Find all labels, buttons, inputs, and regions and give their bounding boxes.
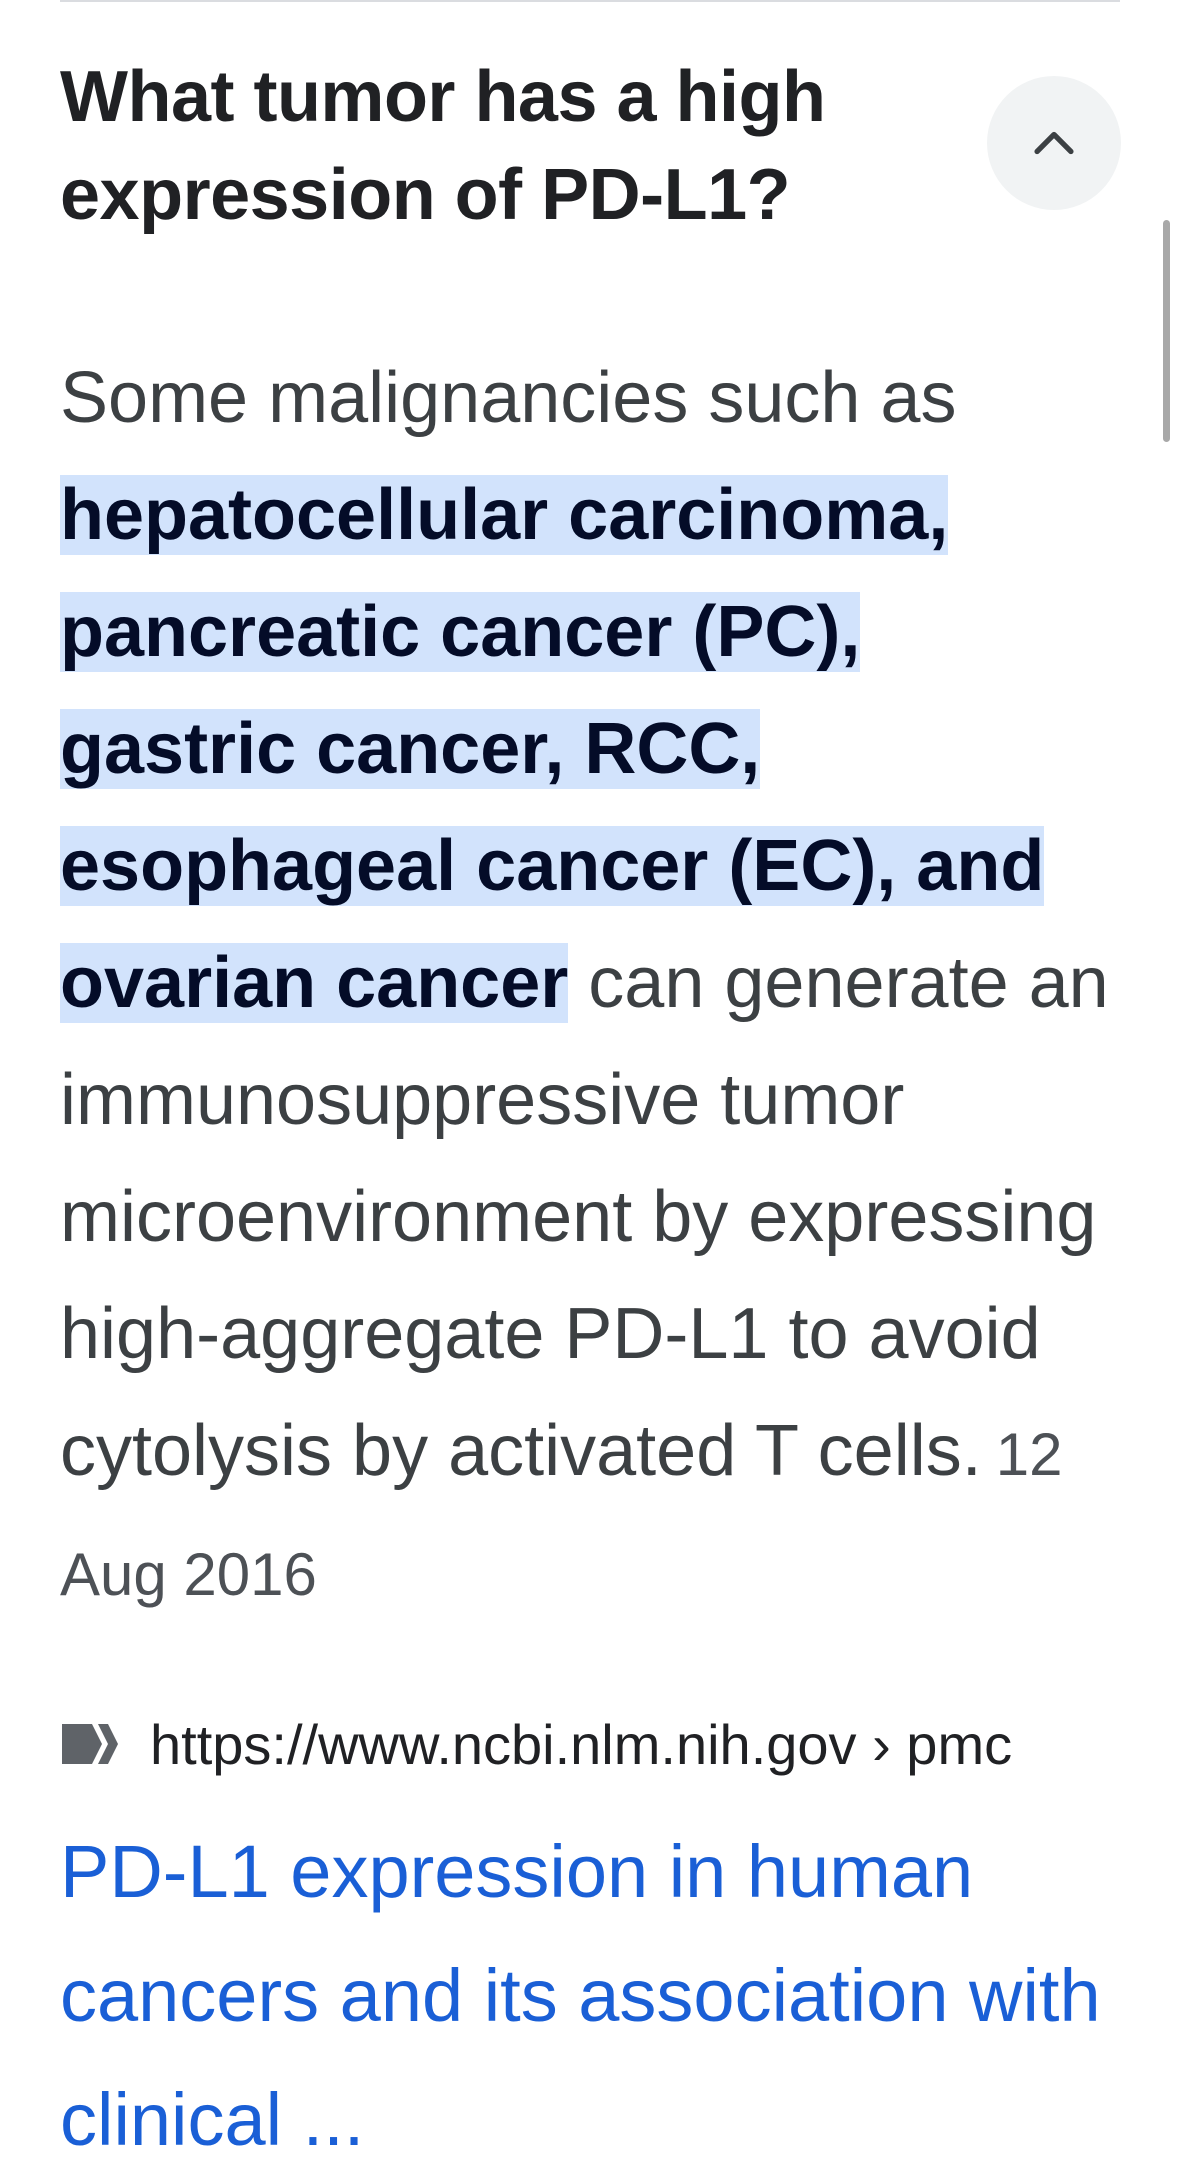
answer-highlight: esophageal cancer (EC), and	[60, 826, 1045, 906]
answer-highlight: gastric cancer, RCC,	[60, 709, 761, 789]
collapse-button[interactable]	[987, 76, 1121, 210]
answer-highlight: hepatocellular carcinoma,	[60, 475, 949, 555]
answer-snippet: Some malignancies such as hepatocellular…	[60, 340, 1140, 1633]
chevron-up-icon	[1034, 131, 1074, 155]
result-title-link[interactable]: PD-L1 expression in human cancers and it…	[60, 1810, 1120, 2182]
top-divider	[60, 0, 1120, 2]
answer-rest: can generate an immunosuppressive tumor …	[60, 943, 1109, 1491]
source-line[interactable]: https://www.ncbi.nlm.nih.gov › pmc	[60, 1706, 1012, 1782]
answer-highlight: ovarian cancer	[60, 943, 569, 1023]
answer-intro: Some malignancies such as	[60, 358, 957, 438]
answer-highlight: pancreatic cancer (PC),	[60, 592, 861, 672]
source-url[interactable]: https://www.ncbi.nlm.nih.gov › pmc	[150, 1712, 1012, 1777]
scrollbar[interactable]	[1163, 220, 1170, 442]
ncbi-favicon-icon	[62, 1724, 118, 1764]
question-title[interactable]: What tumor has a high expression of PD-L…	[60, 48, 960, 244]
